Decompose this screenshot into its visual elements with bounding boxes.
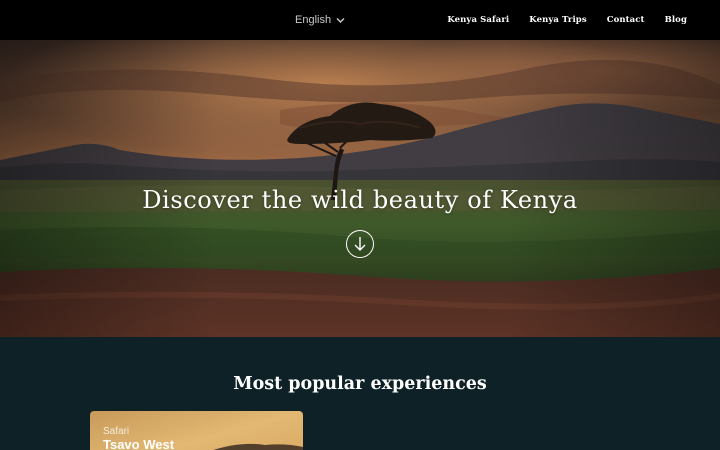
hero-section: Discover the wild beauty of Kenya bbox=[0, 40, 720, 337]
experience-card[interactable]: Safari Tsavo West bbox=[90, 411, 303, 450]
popular-experiences-section: Most popular experiences Safari Tsavo We… bbox=[0, 337, 720, 450]
main-nav: Kenya Safari Kenya Trips Contact Blog bbox=[447, 0, 687, 40]
section-title: Most popular experiences bbox=[233, 374, 487, 394]
language-selector[interactable]: English bbox=[295, 12, 345, 28]
nav-link-kenya-trips[interactable]: Kenya Trips bbox=[529, 15, 586, 25]
card-title: Tsavo West bbox=[103, 437, 175, 450]
chevron-down-icon bbox=[336, 17, 345, 23]
language-label: English bbox=[295, 14, 332, 26]
nav-link-kenya-safari[interactable]: Kenya Safari bbox=[447, 15, 509, 25]
card-category: Safari bbox=[103, 426, 130, 437]
nav-link-blog[interactable]: Blog bbox=[665, 15, 687, 25]
arrow-down-icon bbox=[354, 237, 366, 251]
scroll-down-button[interactable] bbox=[346, 230, 374, 258]
nav-link-contact[interactable]: Contact bbox=[607, 15, 645, 25]
hero-title: Discover the wild beauty of Kenya bbox=[142, 186, 578, 214]
top-navigation-bar: English Kenya Safari Kenya Trips Contact… bbox=[0, 0, 720, 40]
